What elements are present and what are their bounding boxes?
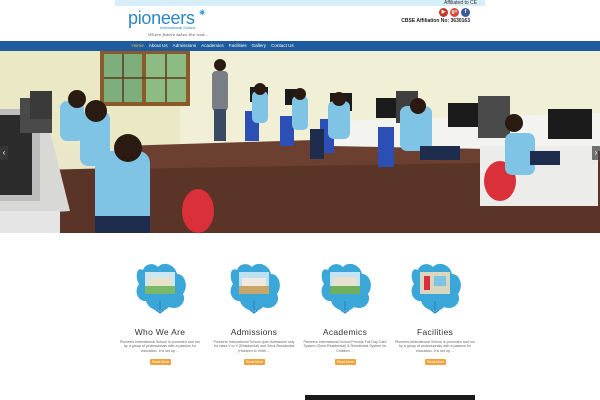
site-header: pioneers ✷ International School Where fu… (115, 0, 485, 41)
nav-item-academics[interactable]: Academics (199, 41, 226, 51)
slider-next-arrow[interactable]: › (592, 146, 600, 160)
feature-who-we-are: Who We Are Pioneers International School… (115, 258, 205, 373)
social-links: ▶ g+ f (439, 8, 470, 17)
feature-title: Academics (322, 327, 368, 337)
feature-description: Pioneers International School is promote… (395, 340, 475, 353)
facebook-icon[interactable]: f (461, 8, 470, 17)
logo-subtitle: International School (160, 25, 196, 30)
read-more-button[interactable]: Read More (425, 359, 446, 365)
facilities-thumbnail[interactable] (408, 258, 463, 318)
google-plus-icon[interactable]: g+ (450, 8, 459, 17)
nav-item-home[interactable]: Home (129, 41, 146, 51)
feature-section: Who We Are Pioneers International School… (115, 258, 485, 378)
read-more-button[interactable]: Read More (335, 359, 356, 365)
who-we-are-thumbnail[interactable] (133, 258, 188, 318)
logo-tagline: Where future takes the root... (148, 32, 209, 37)
admissions-thumbnail[interactable] (227, 258, 282, 318)
hero-slider: ‹ › (0, 51, 600, 233)
hero-image (0, 51, 600, 233)
academics-thumbnail[interactable] (318, 258, 373, 318)
nav-item-gallery[interactable]: Gallery (249, 41, 269, 51)
video-thumbnail[interactable] (305, 395, 475, 400)
read-more-button[interactable]: Read More (150, 359, 171, 365)
feature-description: Pioneers International School is promote… (120, 340, 200, 353)
nav-item-facilities[interactable]: Facilities (226, 41, 249, 51)
affiliation-label: Affiliated to CE (444, 0, 477, 6)
cbse-affiliation: CBSE Affiliation No: 3630163 (401, 18, 470, 24)
feature-academics: Academics Pioneers International School … (300, 258, 390, 373)
main-nav: Home About Us Admissions Academics Facil… (0, 41, 600, 51)
slider-prev-arrow[interactable]: ‹ (0, 146, 8, 160)
nav-item-contact-us[interactable]: Contact Us (269, 41, 297, 51)
feature-admissions: Admissions Pioneers International School… (209, 258, 299, 373)
site-logo[interactable]: pioneers ✷ International School Where fu… (128, 8, 248, 41)
feature-description: Pioneers International School open Admis… (213, 340, 295, 353)
feature-title: Facilities (416, 327, 454, 337)
feature-title: Admissions (230, 327, 278, 337)
nav-item-admissions[interactable]: Admissions (170, 41, 199, 51)
feature-description: Pioneers International School Provide Fu… (303, 340, 387, 353)
feature-title: Who We Are (134, 327, 186, 337)
youtube-icon[interactable]: ▶ (439, 8, 448, 17)
star-icon: ✷ (198, 8, 207, 19)
read-more-button[interactable]: Read More (244, 359, 265, 365)
feature-facilities: Facilities Pioneers International School… (390, 258, 480, 373)
nav-item-about-us[interactable]: About Us (146, 41, 170, 51)
